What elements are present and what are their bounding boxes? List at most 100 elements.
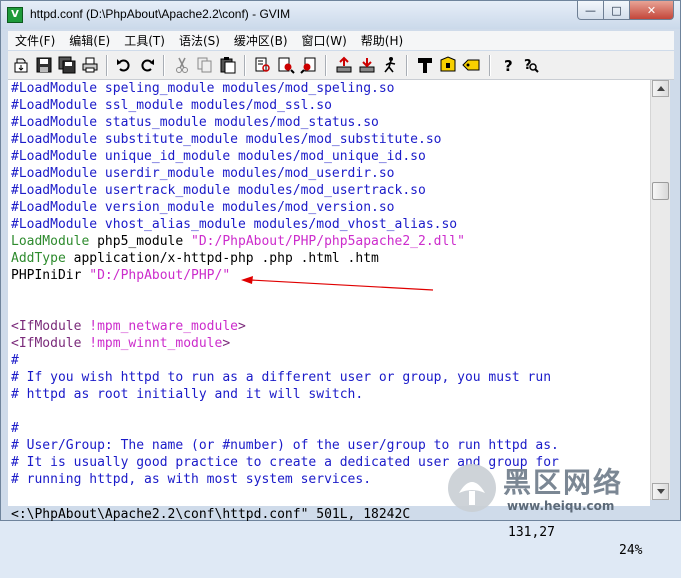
- toolbar-separator: [106, 55, 108, 76]
- code-token: AddType: [11, 251, 66, 266]
- redo-icon[interactable]: [137, 55, 157, 75]
- save-session-icon[interactable]: [357, 55, 377, 75]
- make-icon[interactable]: [415, 55, 435, 75]
- toolbar-separator: [163, 55, 165, 76]
- text-editor-area[interactable]: #LoadModule speling_module modules/mod_s…: [8, 80, 650, 488]
- find-help-icon[interactable]: ?: [521, 55, 541, 75]
- window-title: httpd.conf (D:\PhpAbout\Apache2.2\conf) …: [30, 7, 291, 21]
- code-token: <IfModule: [11, 319, 90, 334]
- title-bar[interactable]: V httpd.conf (D:\PhpAbout\Apache2.2\conf…: [1, 1, 680, 29]
- menu-edit[interactable]: 编辑(E): [62, 32, 117, 49]
- status-percent: 24%: [619, 543, 643, 558]
- code-token: # httpd as root initially and it will sw…: [11, 387, 364, 402]
- toolbar-separator: [244, 55, 246, 76]
- print-icon[interactable]: [80, 55, 100, 75]
- code-line: #LoadModule usertrack_module modules/mod…: [11, 182, 426, 199]
- load-session-icon[interactable]: [334, 55, 354, 75]
- code-line: #LoadModule userdir_module modules/mod_u…: [11, 165, 395, 182]
- code-token: # running httpd, as with most system ser…: [11, 472, 372, 487]
- maximize-button[interactable]: □: [604, 1, 630, 20]
- watermark-logo-icon: [448, 464, 496, 512]
- svg-text:?: ?: [504, 57, 513, 74]
- vim-app-icon: V: [7, 7, 23, 23]
- find-next-icon[interactable]: [276, 55, 296, 75]
- code-token: #LoadModule unique_id_module modules/mod…: [11, 149, 426, 164]
- status-file-info: <:\PhpAbout\Apache2.2\conf\httpd.conf" 5…: [11, 507, 411, 522]
- status-cursor-position: 131,27: [508, 525, 555, 540]
- code-line: <IfModule !mpm_winnt_module>: [11, 335, 230, 352]
- minimize-icon: —: [585, 3, 596, 17]
- menu-syntax[interactable]: 语法(S): [172, 32, 227, 49]
- code-token: PHPIniDir: [11, 268, 90, 283]
- code-line: #LoadModule vhost_alias_module modules/m…: [11, 216, 457, 233]
- menu-window[interactable]: 窗口(W): [295, 32, 354, 49]
- menu-tools[interactable]: 工具(T): [117, 32, 172, 49]
- code-token: #LoadModule vhost_alias_module modules/m…: [11, 217, 458, 232]
- code-token: application/x-httpd-php .php .html .htm: [65, 251, 379, 266]
- code-line: # If you wish httpd to run as a differen…: [11, 369, 551, 386]
- code-line: # User/Group: The name (or #number) of t…: [11, 437, 559, 454]
- run-script-icon[interactable]: [380, 55, 400, 75]
- code-line: PHPIniDir "D:/PhpAbout/PHP/": [11, 267, 230, 284]
- code-token: #: [11, 421, 19, 436]
- maximize-icon: □: [611, 3, 622, 17]
- save-icon[interactable]: [34, 55, 54, 75]
- copy-icon[interactable]: [195, 55, 215, 75]
- scrollbar-thumb[interactable]: [652, 182, 669, 200]
- code-token: <IfModule: [11, 336, 90, 351]
- gvim-window: V httpd.conf (D:\PhpAbout\Apache2.2\conf…: [0, 0, 681, 558]
- code-line: #LoadModule substitute_module modules/mo…: [11, 131, 441, 148]
- code-line: #LoadModule unique_id_module modules/mod…: [11, 148, 426, 165]
- vertical-scrollbar[interactable]: [650, 80, 670, 500]
- toolbar-separator: [406, 55, 408, 76]
- code-line: AddType application/x-httpd-php .php .ht…: [11, 250, 379, 267]
- close-icon: ✕: [646, 3, 657, 17]
- code-token: "D:/PhpAbout/PHP/": [89, 268, 231, 283]
- code-line: LoadModule php5_module "D:/PhpAbout/PHP/…: [11, 233, 465, 250]
- code-token: # User/Group: The name (or #number) of t…: [11, 438, 559, 453]
- find-replace-icon[interactable]: [253, 55, 273, 75]
- menu-bar: 文件(F) 编辑(E) 工具(T) 语法(S) 缓冲区(B) 窗口(W) 帮助(…: [8, 31, 674, 50]
- watermark: 黑区网络 www.heiqu.com: [445, 459, 675, 519]
- code-line: <IfModule !mpm_netware_module>: [11, 318, 246, 335]
- minimize-button[interactable]: —: [577, 1, 604, 20]
- menu-help[interactable]: 帮助(H): [354, 32, 410, 49]
- run-ctags-icon[interactable]: [438, 55, 458, 75]
- code-line: #: [11, 352, 19, 369]
- code-token: >: [222, 336, 231, 351]
- scroll-up-button[interactable]: [652, 80, 669, 97]
- close-button[interactable]: ✕: [630, 1, 674, 20]
- menu-file[interactable]: 文件(F): [8, 32, 62, 49]
- code-token: #LoadModule usertrack_module modules/mod…: [11, 183, 426, 198]
- watermark-url: www.heiqu.com: [507, 499, 615, 513]
- toolbar-separator: [325, 55, 327, 76]
- window-controls: — □ ✕: [577, 1, 674, 21]
- code-token: !mpm_winnt_module: [89, 336, 223, 351]
- code-line: #LoadModule speling_module modules/mod_s…: [11, 80, 395, 97]
- menu-buffers[interactable]: 缓冲区(B): [227, 32, 295, 49]
- toolbar: ? ?: [8, 51, 674, 80]
- tag-jump-icon[interactable]: [461, 55, 481, 75]
- code-token: #LoadModule version_module modules/mod_v…: [11, 200, 395, 215]
- open-icon[interactable]: [11, 55, 31, 75]
- code-token: #LoadModule substitute_module modules/mo…: [11, 132, 442, 147]
- code-line: # running httpd, as with most system ser…: [11, 471, 371, 488]
- save-all-icon[interactable]: [57, 55, 77, 75]
- code-token: #: [11, 353, 19, 368]
- code-token: #LoadModule status_module modules/mod_st…: [11, 115, 379, 130]
- help-icon[interactable]: ?: [498, 55, 518, 75]
- code-line: #LoadModule ssl_module modules/mod_ssl.s…: [11, 97, 332, 114]
- code-token: !mpm_netware_module: [89, 319, 238, 334]
- find-prev-icon[interactable]: [299, 55, 319, 75]
- code-token: #LoadModule speling_module modules/mod_s…: [11, 81, 395, 96]
- code-line: #LoadModule version_module modules/mod_v…: [11, 199, 395, 216]
- cut-icon[interactable]: [172, 55, 192, 75]
- code-token: php5_module: [89, 234, 192, 249]
- code-token: # If you wish httpd to run as a differen…: [11, 370, 552, 385]
- undo-icon[interactable]: [114, 55, 134, 75]
- code-token: "D:/PhpAbout/PHP/php5apache2_2.dll": [191, 234, 465, 249]
- paste-icon[interactable]: [218, 55, 238, 75]
- code-token: LoadModule: [11, 234, 90, 249]
- code-token: #LoadModule userdir_module modules/mod_u…: [11, 166, 395, 181]
- code-line: #LoadModule status_module modules/mod_st…: [11, 114, 379, 131]
